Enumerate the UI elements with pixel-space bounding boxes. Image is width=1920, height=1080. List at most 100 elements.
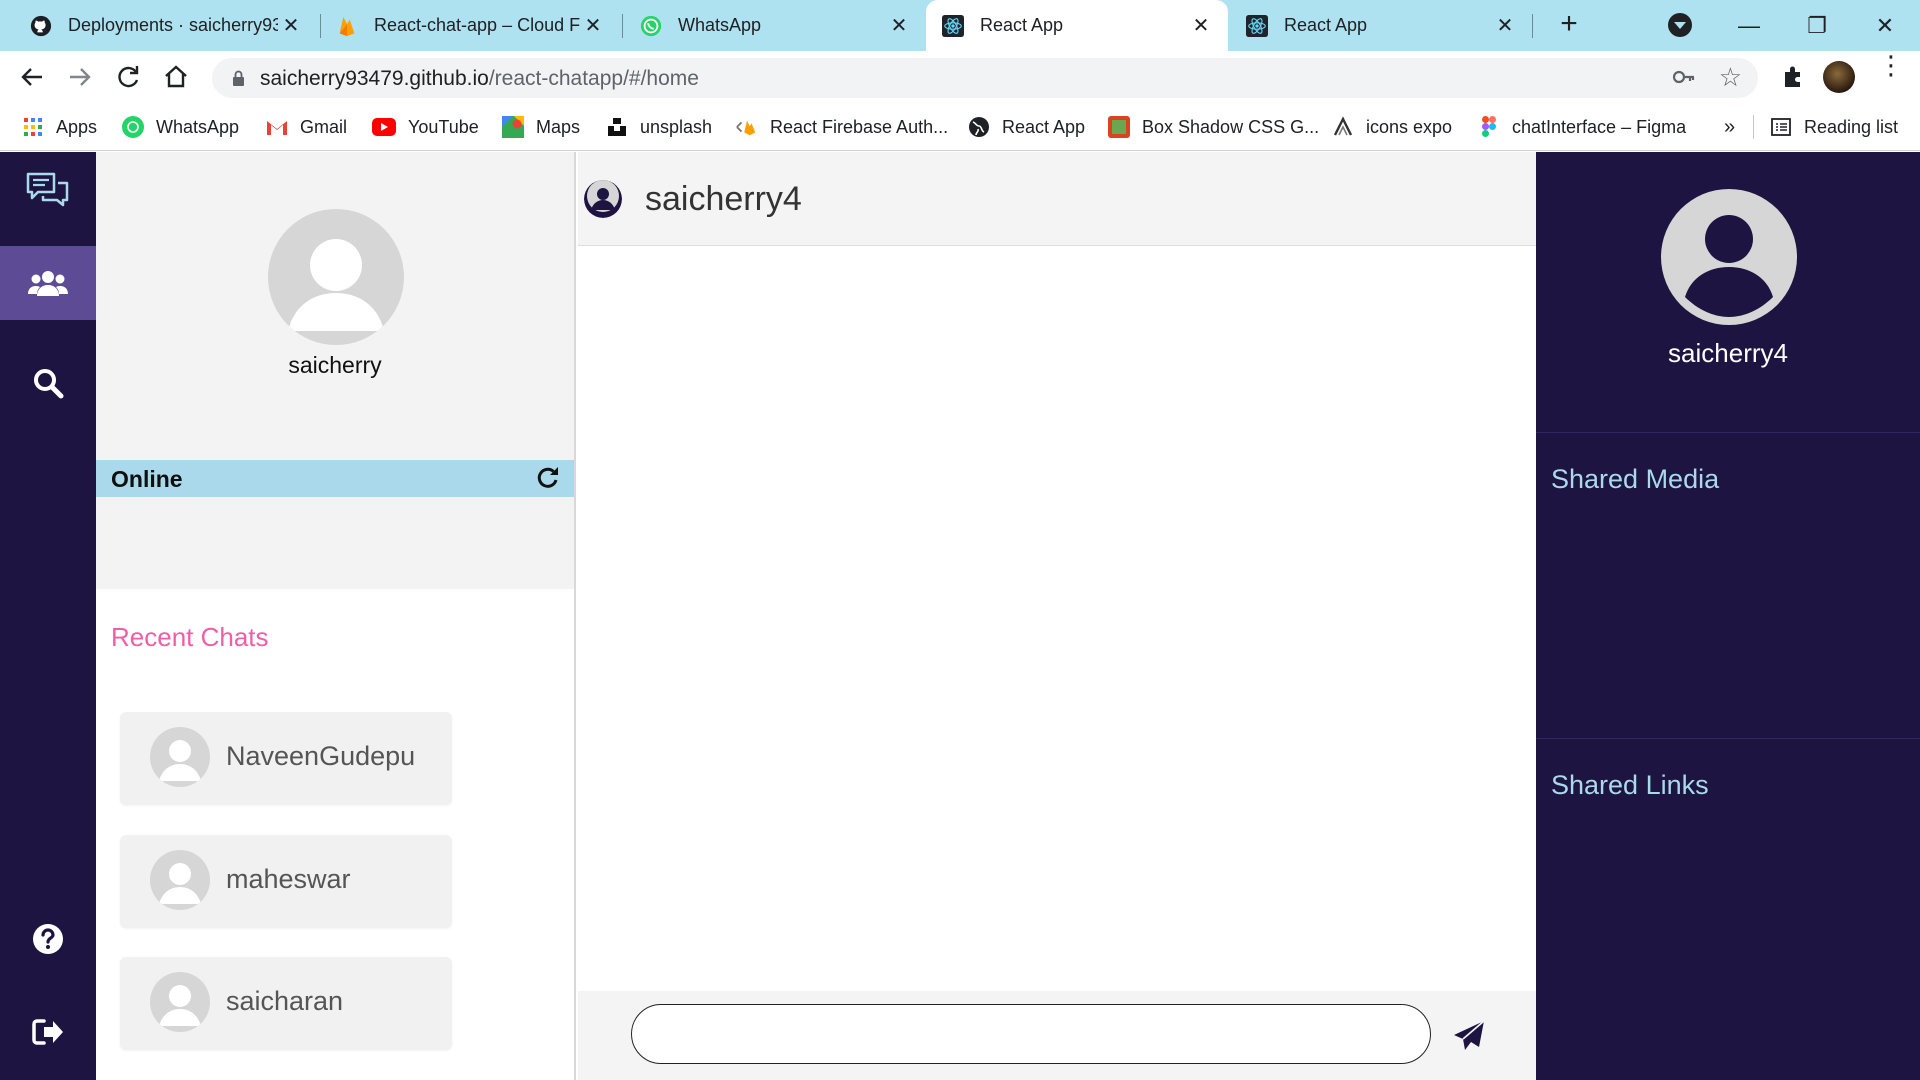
sidebar-panel: saicherry Online Recent Chats NaveenGude…	[96, 152, 576, 1080]
avatar	[150, 850, 210, 910]
firebase-icon	[336, 15, 358, 37]
bookmark-unsplash[interactable]: unsplash	[606, 114, 712, 140]
tab-title: React App	[1284, 15, 1368, 35]
browser-menu-icon[interactable]: ⋮	[1878, 52, 1904, 78]
recent-chat-item[interactable]: NaveenGudepu	[120, 712, 452, 805]
new-tab-button[interactable]: +	[1552, 8, 1586, 42]
close-tab-icon[interactable]: ✕	[278, 13, 304, 38]
reading-list-icon	[1770, 116, 1792, 138]
back-button[interactable]	[16, 61, 48, 93]
bookmark-icons-expo[interactable]: icons expo	[1332, 114, 1452, 140]
contact-avatar-large	[1661, 189, 1797, 325]
chat-app: saicherry Online Recent Chats NaveenGude…	[0, 152, 1920, 1080]
message-composer	[578, 991, 1536, 1080]
bookmark-figma[interactable]: chatInterface – Figma	[1478, 114, 1686, 140]
home-icon	[165, 65, 187, 88]
gmail-icon	[266, 116, 288, 138]
close-tab-icon[interactable]: ✕	[1492, 13, 1518, 38]
user-silhouette-icon	[159, 740, 201, 781]
profile-avatar[interactable]	[1823, 61, 1855, 93]
user-silhouette-icon	[1685, 215, 1773, 317]
unsplash-icon	[606, 116, 628, 138]
github-icon	[30, 15, 52, 37]
forward-button[interactable]	[64, 61, 96, 93]
bookmark-maps[interactable]: Maps	[502, 114, 580, 140]
box-shadow-icon	[1108, 116, 1130, 138]
home-button[interactable]	[160, 61, 192, 93]
browser-tab[interactable]: WhatsApp ✕	[624, 0, 926, 51]
send-icon	[1454, 1020, 1485, 1050]
logout-button[interactable]	[0, 995, 96, 1069]
extensions-puzzle-icon[interactable]	[1779, 63, 1807, 91]
users-tab-button[interactable]	[0, 246, 96, 320]
chat-pane: saicherry4	[578, 152, 1536, 1080]
shared-links-title: Shared Links	[1551, 770, 1709, 800]
url-text[interactable]: saicherry93479.github.io/react-chatapp/#…	[260, 67, 699, 91]
my-profile-card: saicherry	[96, 152, 574, 460]
firebase-auth-icon	[736, 116, 758, 138]
contact-avatar[interactable]	[584, 180, 622, 218]
tab-title: Deployments · saicherry93479/react-chata…	[68, 15, 278, 35]
bookmark-box-shadow[interactable]: Box Shadow CSS G...	[1108, 114, 1319, 140]
bookmark-gmail[interactable]: Gmail	[266, 114, 347, 140]
refresh-icon[interactable]	[534, 464, 562, 492]
help-icon	[33, 924, 63, 954]
reload-button[interactable]	[112, 61, 144, 93]
tab-separator	[320, 14, 321, 38]
whatsapp-icon	[640, 15, 662, 37]
online-users-list	[96, 497, 574, 589]
message-input[interactable]	[631, 1004, 1431, 1064]
minimize-button[interactable]: —	[1724, 6, 1774, 46]
close-tab-icon[interactable]: ✕	[886, 13, 912, 38]
address-bar[interactable]: saicherry93479.github.io/react-chatapp/#…	[212, 58, 1758, 98]
bookmark-apps[interactable]: Apps	[22, 114, 97, 140]
bookmark-youtube[interactable]: YouTube	[372, 114, 479, 140]
arrow-right-icon	[70, 68, 91, 86]
my-avatar[interactable]	[268, 209, 404, 345]
react-icon	[942, 14, 964, 37]
browser-tab-active[interactable]: React App ✕	[926, 0, 1228, 51]
bookmark-react-firebase-auth[interactable]: React Firebase Auth...	[736, 114, 948, 140]
lock-icon[interactable]	[232, 70, 245, 86]
restore-button[interactable]: ❐	[1792, 6, 1842, 46]
message-list	[578, 246, 1536, 991]
bookmark-star-icon[interactable]: ☆	[1719, 62, 1742, 93]
close-tab-icon[interactable]: ✕	[1188, 13, 1214, 38]
search-tab-button[interactable]	[0, 346, 96, 420]
contact-name-large: saicherry4	[1668, 338, 1788, 368]
tab-separator	[1532, 14, 1533, 38]
browser-tab[interactable]: Deployments · saicherry93479/react-chata…	[0, 0, 318, 51]
online-section-header: Online	[96, 460, 574, 497]
user-silhouette-icon	[288, 239, 384, 331]
tab-search-icon[interactable]	[1668, 13, 1692, 37]
users-icon	[28, 271, 68, 296]
whatsapp-icon	[122, 116, 144, 138]
chat-logo-icon	[26, 172, 69, 207]
maps-icon	[502, 116, 524, 138]
recent-chat-item[interactable]: maheswar	[120, 835, 452, 928]
recent-chat-name: NaveenGudepu	[226, 741, 416, 771]
divider	[1536, 738, 1920, 739]
avatar	[150, 972, 210, 1032]
browser-tab[interactable]: React-chat-app – Cloud Firestore ✕	[322, 0, 620, 51]
close-window-button[interactable]: ✕	[1860, 6, 1910, 46]
my-username: saicherry	[288, 352, 382, 378]
bookmarks-divider	[1753, 115, 1754, 139]
bookmark-react-app[interactable]: React App	[968, 114, 1085, 140]
key-icon[interactable]	[1672, 67, 1696, 93]
online-label: Online	[111, 466, 183, 492]
bookmark-whatsapp[interactable]: WhatsApp	[122, 114, 239, 140]
search-icon	[34, 369, 64, 399]
help-button[interactable]	[0, 902, 96, 976]
tab-separator	[622, 14, 623, 38]
logout-icon	[32, 1019, 63, 1045]
bookmarks-overflow-button[interactable]: »	[1724, 114, 1735, 140]
reading-list-button[interactable]: Reading list	[1770, 114, 1898, 140]
close-tab-icon[interactable]: ✕	[580, 13, 606, 38]
app-logo-button[interactable]	[0, 156, 96, 230]
browser-tab[interactable]: React App ✕	[1230, 0, 1532, 51]
bookmarks-bar: Apps WhatsApp Gmail YouTube Maps unsplas…	[0, 103, 1920, 151]
recent-chat-item[interactable]: saicharan	[120, 957, 452, 1050]
recent-chats-title: Recent Chats	[111, 622, 269, 652]
send-button[interactable]	[1452, 1019, 1486, 1053]
